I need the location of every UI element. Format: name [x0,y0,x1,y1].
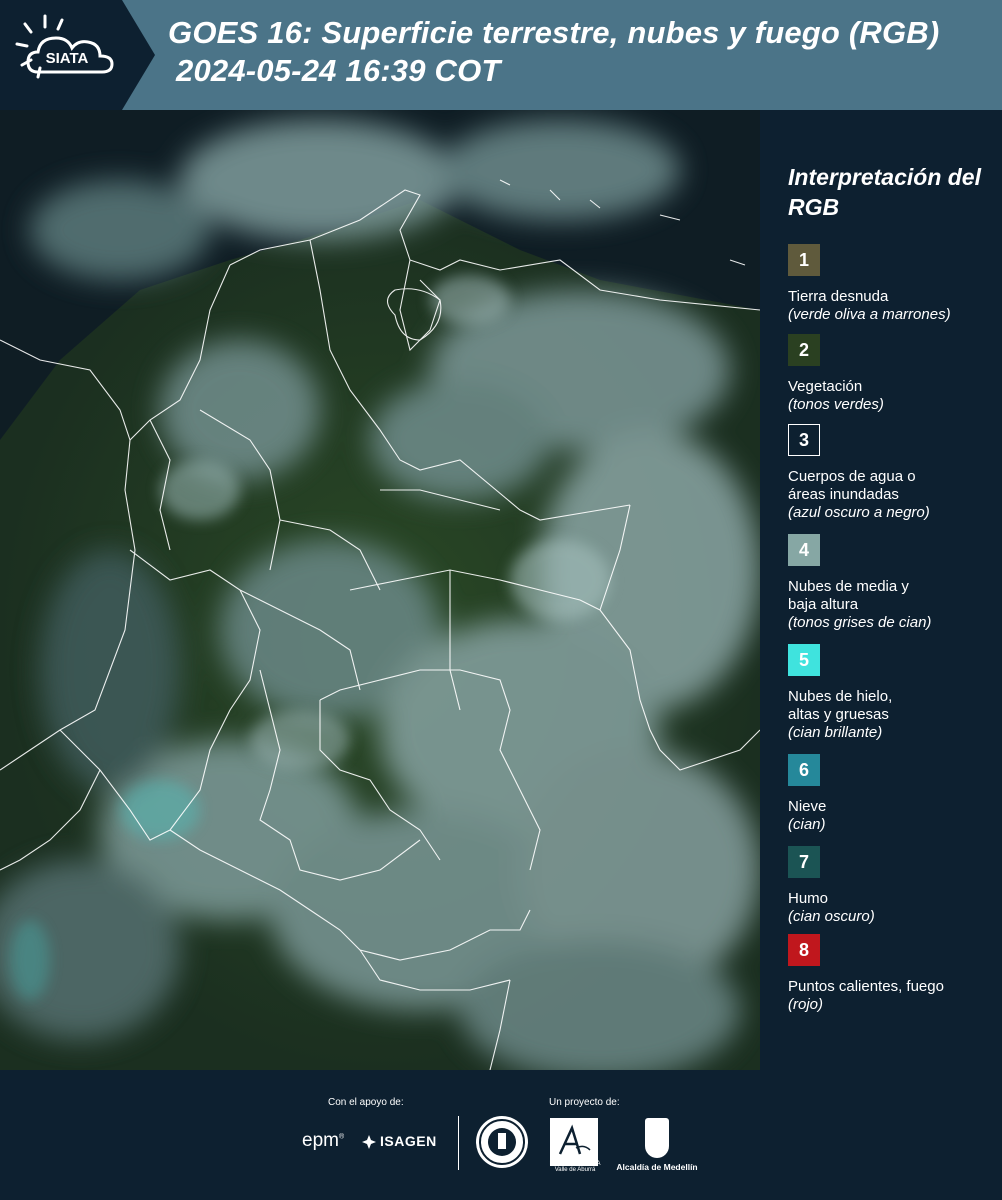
legend-label-4: Nubes de media y baja altura [788,578,909,613]
legend-label-7: Humo [788,890,829,907]
siata-logo: SIATA [0,0,155,110]
legend-swatch-1: 1 [788,244,820,276]
legend-swatch-3: 3 [788,424,820,456]
isagen-icon [362,1135,376,1149]
epm-logo-text: epm [302,1130,339,1151]
legend-item-3: 3 Cuerpos de agua o áreas inundadas (azu… [788,424,998,522]
support-label: Con el apoyo de: [328,1097,404,1108]
legend-title: Interpretación del RGB [788,164,981,220]
legend-label-2: Vegetación [788,378,863,395]
legend-sub-2: (tonos verdes) [788,396,884,413]
legend-item-6: 6 Nieve (cian) [788,754,998,834]
legend-sub-4: (tonos grises de cian) [788,614,932,631]
university-seal-icon [476,1116,528,1168]
legend-swatch-8: 8 [788,934,820,966]
legend-sub-3: (azul oscuro a negro) [788,504,930,521]
area-metropolitana-logo [550,1118,598,1166]
epm-logo: epm® [302,1130,345,1151]
legend-swatch-5: 5 [788,644,820,676]
area-metropolitana-text: METROPOLITANA Valle de Aburrá [549,1161,601,1173]
legend-label-5: Nubes de hielo, altas y gruesas [788,688,893,723]
project-label: Un proyecto de: [549,1097,620,1108]
footer-divider [458,1116,459,1170]
header: SIATA GOES 16: Superficie terrestre, nub… [0,0,1002,110]
legend-item-8: 8 Puntos calientes, fuego (rojo) [788,934,998,1014]
title-line-2: 2024-05-24 16:39 COT [176,53,501,88]
legend-sub-6: (cian) [788,816,826,833]
legend-swatch-2: 2 [788,334,820,366]
legend-item-7: 7 Humo (cian oscuro) [788,846,998,926]
legend-panel: Interpretación del RGB 1 Tierra desnuda … [760,110,1002,1070]
satellite-map [0,110,760,1070]
legend-item-5: 5 Nubes de hielo, altas y gruesas (cian … [788,644,998,742]
siata-logo-text: SIATA [46,50,89,67]
legend-sub-8: (rojo) [788,996,824,1013]
page-title: GOES 16: Superficie terrestre, nubes y f… [168,14,998,90]
medellin-shield-icon [645,1118,669,1158]
legend-item-2: 2 Vegetación (tonos verdes) [788,334,998,414]
legend-label-1: Tierra desnuda [788,288,889,305]
legend-label-8: Puntos calientes, fuego [788,978,944,995]
legend-label-6: Nieve [788,798,827,815]
legend-item-1: 1 Tierra desnuda (verde oliva a marrones… [788,244,998,324]
legend-swatch-7: 7 [788,846,820,878]
legend-sub-7: (cian oscuro) [788,908,875,925]
footer: Con el apoyo de: Un proyecto de: epm® IS… [0,1070,1002,1200]
medellin-text: Alcaldía de Medellín [616,1162,698,1172]
legend-swatch-4: 4 [788,534,820,566]
legend-sub-5: (cian brillante) [788,724,883,741]
legend-swatch-6: 6 [788,754,820,786]
legend-item-4: 4 Nubes de media y baja altura (tonos gr… [788,534,998,632]
isagen-logo: ISAGEN [380,1133,437,1149]
legend-label-3: Cuerpos de agua o áreas inundadas [788,468,916,503]
legend-sub-1: (verde oliva a marrones) [788,306,951,323]
title-line-1: GOES 16: Superficie terrestre, nubes y f… [168,15,940,50]
